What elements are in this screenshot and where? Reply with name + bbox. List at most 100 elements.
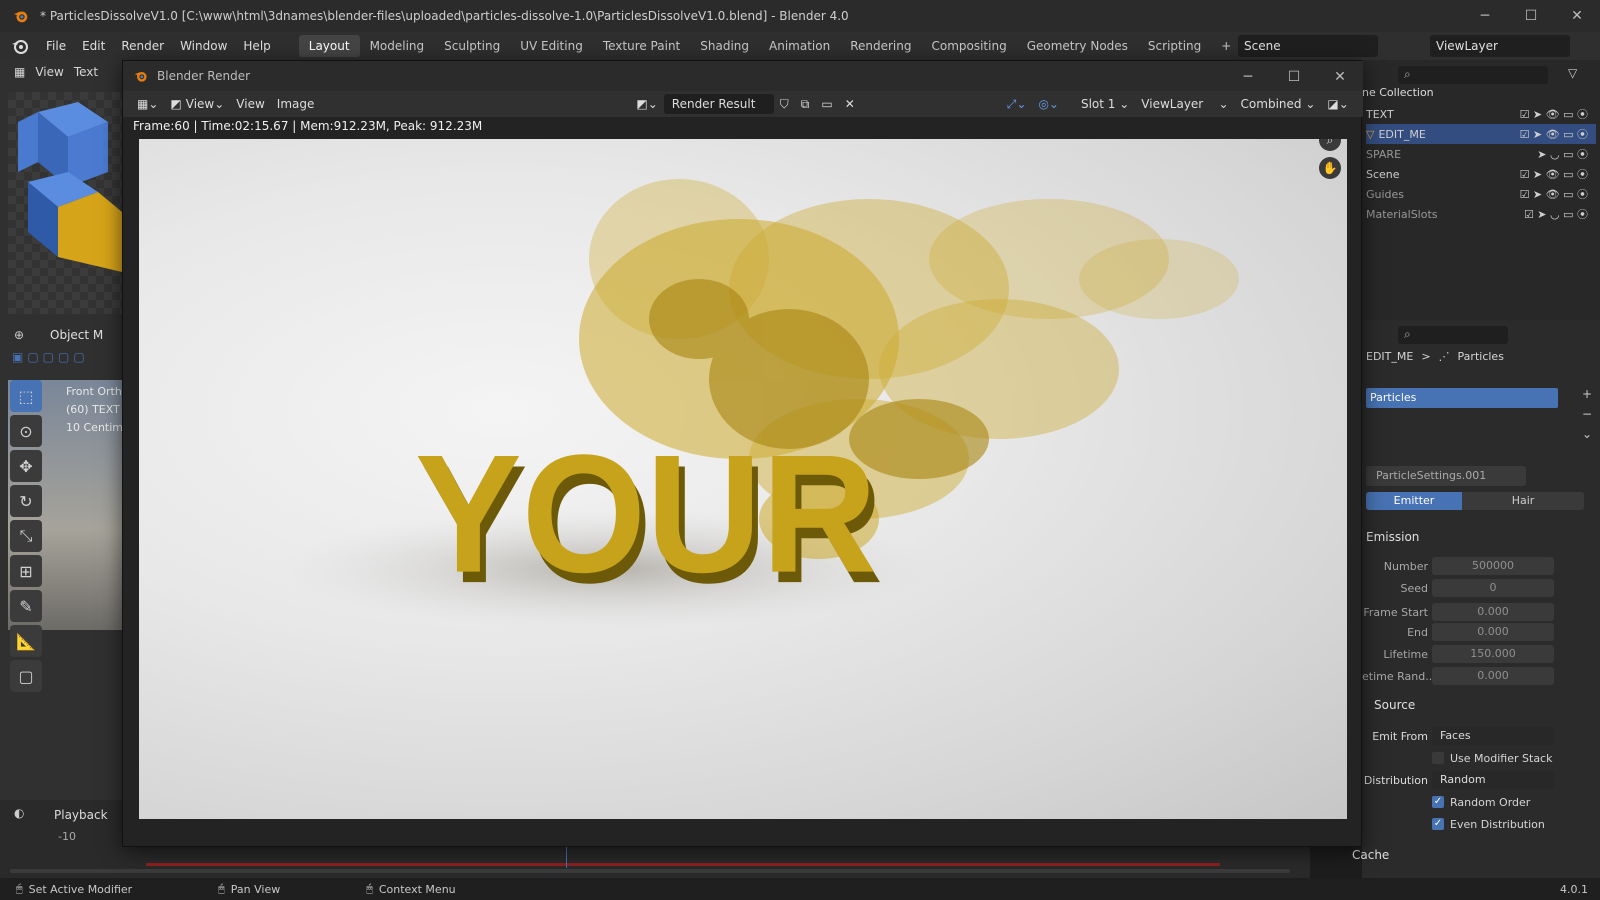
tab-modeling[interactable]: Modeling <box>360 35 435 57</box>
menu-window[interactable]: Window <box>172 39 235 53</box>
menu-file[interactable]: File <box>38 39 74 53</box>
outliner-row-scene[interactable]: Scene ☑ ➤ 👁 ▭ ⦿ <box>1366 164 1596 184</box>
render-close-button[interactable]: ✕ <box>1317 61 1363 93</box>
tab-geometry-nodes[interactable]: Geometry Nodes <box>1017 35 1138 57</box>
editor-type-icon[interactable]: ▦⌄ <box>131 94 164 114</box>
emission-section-header[interactable]: Emission <box>1366 530 1419 544</box>
seed-input[interactable]: 0 <box>1432 579 1554 597</box>
viewlayer-dropdown[interactable]: ViewLayer ⌄ <box>1135 94 1234 114</box>
outliner-row-spare[interactable]: SPARE ➤ ◡ ▭ ⦿ <box>1366 144 1596 164</box>
overlay-toggle-icon[interactable]: ◎⌄ <box>1032 94 1065 114</box>
move-tool-icon[interactable]: ✥ <box>10 450 42 482</box>
tab-rendering[interactable]: Rendering <box>840 35 921 57</box>
menu-render[interactable]: Render <box>113 39 172 53</box>
transform-icon[interactable]: ⊕ <box>14 328 24 342</box>
tab-uv-editing[interactable]: UV Editing <box>510 35 593 57</box>
outliner-row-text[interactable]: TEXT ☑ ➤ 👁 ▭ ⦿ <box>1366 104 1596 124</box>
tab-hair[interactable]: Hair <box>1462 492 1584 510</box>
particle-settings-selector[interactable]: ParticleSettings.001 <box>1366 466 1526 486</box>
tab-compositing[interactable]: Compositing <box>921 35 1016 57</box>
viewlayer-selector[interactable]: ViewLayer <box>1430 35 1570 57</box>
timeline-scrollbar[interactable] <box>10 869 1290 873</box>
use-modifier-stack-checkbox[interactable]: Use Modifier Stack <box>1432 748 1592 768</box>
tab-layout[interactable]: Layout <box>298 35 360 57</box>
scene-selector[interactable]: Scene <box>1238 35 1378 57</box>
tab-scripting[interactable]: Scripting <box>1138 35 1211 57</box>
add-cube-tool-icon[interactable]: ▢ <box>10 660 42 692</box>
outliner-search-input[interactable]: ⌕ <box>1398 66 1548 84</box>
image-browse-icon[interactable]: ◩⌄ <box>630 94 663 114</box>
viewport-view-menu[interactable]: View <box>35 65 63 79</box>
render-maximize-button[interactable]: ☐ <box>1271 61 1317 93</box>
rotate-tool-icon[interactable]: ↻ <box>10 485 42 517</box>
end-input[interactable]: 0.000 <box>1432 623 1554 641</box>
viewport-3d-preview[interactable] <box>8 92 122 314</box>
image-name-field[interactable]: Render Result <box>663 94 774 114</box>
row-visibility-icons[interactable]: ☑ ➤ 👁 ▭ ⦿ <box>1520 106 1588 122</box>
new-image-icon[interactable]: ⧉ <box>795 94 816 114</box>
maximize-button[interactable]: ☐ <box>1508 0 1554 32</box>
emit-from-dropdown[interactable]: Faces <box>1432 727 1554 745</box>
outliner-row-edit-me[interactable]: ▽ EDIT_ME ☑ ➤ 👁 ▭ ⦿ <box>1366 124 1596 144</box>
timeline-editor-icon[interactable]: ◐ <box>14 806 24 820</box>
random-order-checkbox[interactable]: ✓ Random Order <box>1432 792 1592 812</box>
source-section-header[interactable]: Source <box>1374 698 1415 712</box>
row-visibility-icons[interactable]: ☑ ➤ 👁 ▭ ⦿ <box>1520 166 1588 182</box>
tab-sculpting[interactable]: Sculpting <box>434 35 510 57</box>
lifetime-random-input[interactable]: 0.000 <box>1432 667 1554 685</box>
tab-shading[interactable]: Shading <box>690 35 759 57</box>
filter-icon[interactable]: ▽ <box>1568 66 1577 80</box>
row-visibility-icons[interactable]: ☑ ➤ ◡ ▭ ⦿ <box>1524 206 1588 222</box>
view-mode-dropdown[interactable]: ◩ View ⌄ <box>164 94 230 114</box>
unlink-icon[interactable]: ✕ <box>839 94 861 114</box>
annotate-tool-icon[interactable]: ✎ <box>10 590 42 622</box>
remove-particle-system-button[interactable]: − <box>1582 404 1592 424</box>
row-visibility-icons[interactable]: ➤ ◡ ▭ ⦿ <box>1537 146 1588 162</box>
display-channels-icon[interactable]: ◪⌄ <box>1321 94 1354 114</box>
view-menu[interactable]: View <box>230 94 270 114</box>
viewport-text-menu[interactable]: Text <box>74 65 98 79</box>
hand-pan-icon[interactable]: ✋ <box>1319 157 1341 179</box>
checkbox-icon[interactable] <box>1432 752 1444 764</box>
editor-type-icon[interactable]: ▦ <box>14 65 25 79</box>
menu-help[interactable]: Help <box>235 39 278 53</box>
checkbox-checked-icon[interactable]: ✓ <box>1432 818 1444 830</box>
open-folder-icon[interactable]: ▭ <box>815 94 838 114</box>
select-mode-icons[interactable]: ▣▢▢▢▢ <box>12 350 89 364</box>
properties-search-input[interactable]: ⌕ <box>1398 326 1508 344</box>
chevron-down-icon[interactable]: ⌄ <box>1582 424 1592 444</box>
outliner-row-materialslots[interactable]: MaterialSlots ☑ ➤ ◡ ▭ ⦿ <box>1366 204 1596 224</box>
tab-texture-paint[interactable]: Texture Paint <box>593 35 690 57</box>
playback-menu[interactable]: Playback <box>54 808 108 822</box>
cache-section-header[interactable]: Cache <box>1352 848 1389 862</box>
checkbox-checked-icon[interactable]: ✓ <box>1432 796 1444 808</box>
lifetime-input[interactable]: 150.000 <box>1432 645 1554 663</box>
row-visibility-icons[interactable]: ☑ ➤ 👁 ▭ ⦿ <box>1520 186 1588 202</box>
outliner-row-guides[interactable]: Guides ☑ ➤ 👁 ▭ ⦿ <box>1366 184 1596 204</box>
blender-menu-icon[interactable] <box>10 36 30 56</box>
row-visibility-icons[interactable]: ☑ ➤ 👁 ▭ ⦿ <box>1520 126 1588 142</box>
mode-selector[interactable]: Object M <box>50 328 103 342</box>
gizmo-toggle-icon[interactable]: ⤢⌄ <box>1001 94 1033 114</box>
measure-tool-icon[interactable]: 📐 <box>10 625 42 657</box>
number-input[interactable]: 500000 <box>1432 557 1554 575</box>
scale-tool-icon[interactable]: ⤡ <box>10 520 42 552</box>
render-minimize-button[interactable]: ─ <box>1225 61 1271 93</box>
tab-animation[interactable]: Animation <box>759 35 840 57</box>
menu-edit[interactable]: Edit <box>74 39 113 53</box>
cursor-tool-icon[interactable]: ⊙ <box>10 415 42 447</box>
even-distribution-checkbox[interactable]: ✓ Even Distribution <box>1432 814 1592 834</box>
particle-system-list-item[interactable]: Particles <box>1366 388 1558 408</box>
close-button[interactable]: ✕ <box>1554 0 1600 32</box>
tab-emitter[interactable]: Emitter <box>1366 492 1462 510</box>
fake-user-icon[interactable]: ⛉ <box>774 94 795 114</box>
select-tool-icon[interactable]: ⬚ <box>10 380 42 412</box>
transform-tool-icon[interactable]: ⊞ <box>10 555 42 587</box>
pass-dropdown[interactable]: Combined ⌄ <box>1235 94 1322 114</box>
slot-dropdown[interactable]: Slot 1 ⌄ <box>1075 94 1135 114</box>
minimize-button[interactable]: ─ <box>1462 0 1508 32</box>
add-particle-system-button[interactable]: + <box>1582 384 1592 404</box>
frame-start-input[interactable]: 0.000 <box>1432 603 1554 621</box>
image-menu[interactable]: Image <box>271 94 321 114</box>
render-result-image[interactable]: YOUR YOUR ⌕ ✋ <box>139 139 1347 819</box>
